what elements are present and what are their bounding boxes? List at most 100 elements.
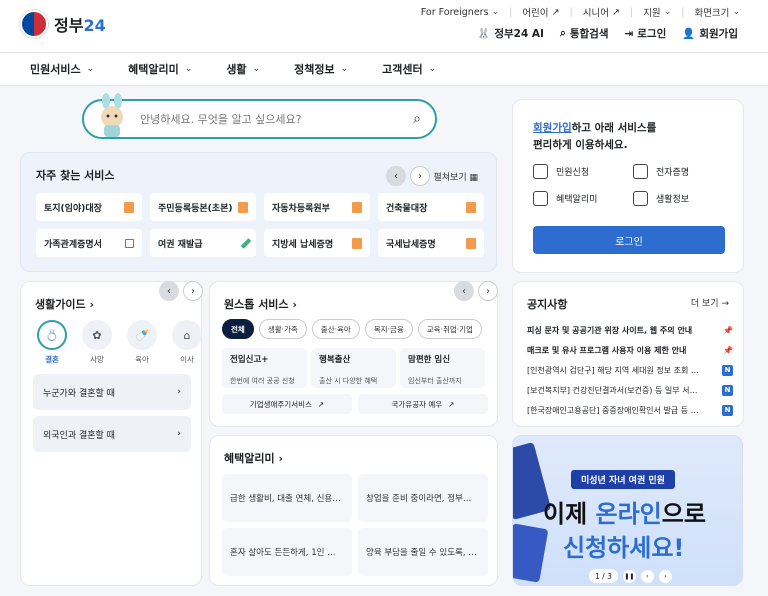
quick-e-cert[interactable]: 전자증명 (633, 164, 733, 179)
onestop-title[interactable]: 원스톱 서비스 › (224, 296, 297, 312)
next-arrow-icon[interactable]: › (183, 281, 203, 301)
external-link-icon: ↗ (551, 6, 560, 18)
chevron-down-icon: ⌄ (252, 64, 261, 74)
life-item-childcare[interactable]: 🍼 육아 (125, 320, 159, 365)
search-placeholder: 안녕하세요. 무엇을 알고 싶으세요? (140, 113, 302, 126)
service-tile[interactable]: 가족관계증명서 (36, 229, 142, 257)
banner-headline-2: 신청하세요! (563, 534, 685, 562)
document-icon (466, 201, 476, 213)
life-guide-row[interactable]: 누군가와 결혼할 때 › (33, 374, 191, 410)
notice-item[interactable]: [보건복지부] 건강진단결과서(보건증) 등 일부 서… N (527, 380, 733, 400)
util-support[interactable]: 지원 ⌄ (643, 5, 671, 19)
expand-toggle[interactable]: 펼쳐보기 ▦ (433, 170, 478, 183)
service-tile[interactable]: 여권 재발급 (150, 229, 256, 257)
onestop-box[interactable]: 맘편한 임신 임신부터 출산까지 (400, 348, 485, 388)
prev-arrow-icon[interactable]: ‹ (640, 569, 654, 583)
banner-pager: 1 / 3 (589, 569, 618, 583)
passport-illustration (513, 523, 549, 583)
grid-icon: ▦ (469, 173, 478, 183)
tab-life-family[interactable]: 생활·가족 (258, 319, 307, 339)
top-bar: 정부24 For Foreigners ⌄ | 어린이 ↗ | 시니어 ↗ | … (0, 0, 768, 52)
document-icon (466, 237, 476, 249)
nav-benefit[interactable]: 혜택알리미 ⌄ (128, 61, 192, 77)
chevron-down-icon: ⌄ (491, 7, 500, 17)
document-icon (352, 237, 362, 249)
benefit-item[interactable]: 창업을 준비 중이라면, 정부… (358, 474, 488, 522)
notice-item[interactable]: [인천광역시 검단구] 해당 지역 세대원 정보 조회 … N (527, 360, 733, 380)
service-tile[interactable]: 국세납세증명 (378, 229, 484, 257)
service-tile[interactable]: 지방세 납세증명 (264, 229, 370, 257)
prev-arrow-icon[interactable]: ‹ (386, 166, 406, 186)
life-guide-title[interactable]: 생활가이드 › (35, 296, 94, 312)
more-link[interactable]: 더 보기 → (691, 296, 729, 309)
benefit-title[interactable]: 혜택알리미 › (224, 450, 283, 466)
next-arrow-icon[interactable]: › (478, 281, 498, 301)
life-item-death[interactable]: ✿ 사망 (80, 320, 114, 365)
util-font-size[interactable]: 화면크기 ⌄ (694, 5, 740, 19)
next-arrow-icon[interactable]: › (410, 166, 430, 186)
external-link-icon (125, 238, 134, 248)
notice-item[interactable]: 피싱 문자 및 공공기관 위장 사이트, 웹 주의 안내 📌 (527, 320, 733, 340)
chevron-down-icon: ⌄ (732, 7, 740, 17)
gift-icon (533, 191, 548, 206)
notice-title: 공지사항 (527, 298, 568, 311)
search-icon[interactable]: ⌕ (413, 111, 421, 127)
signup-link[interactable]: 👤 회원가입 (682, 26, 738, 41)
benefit-item[interactable]: 급한 생활비, 대출 연체, 신용… (222, 474, 352, 522)
quick-life-info[interactable]: 생활정보 (633, 191, 733, 206)
life-guide-row[interactable]: 외국인과 결혼할 때 › (33, 416, 191, 452)
nav-life[interactable]: 생활 ⌄ (226, 61, 260, 77)
login-link[interactable]: ⇥ 로그인 (624, 26, 666, 41)
next-arrow-icon[interactable]: › (658, 569, 672, 583)
quick-benefit[interactable]: 혜택알리미 (533, 191, 633, 206)
life-item-marriage[interactable]: 💍 결혼 (35, 320, 69, 365)
quick-civil-apply[interactable]: 민원신청 (533, 164, 633, 179)
util-senior[interactable]: 시니어 ↗ (583, 5, 620, 20)
onestop-link[interactable]: 기업생애주기서비스 ↗ (222, 394, 352, 414)
signup-link[interactable]: 회원가입 (533, 122, 572, 134)
notice-item[interactable]: 매크로 및 유사 프로그램 사용자 이용 제한 안내 📌 (527, 340, 733, 360)
main-search[interactable]: 안녕하세요. 무엇을 알고 싶으세요? ⌕ (82, 93, 437, 139)
promo-banner[interactable]: 미성년 자녀 여권 민원 이제 온라인으로 신청하세요! 1 / 3 ❚❚ ‹ … (512, 435, 743, 586)
external-link-icon: ↗ (317, 399, 325, 409)
search-button[interactable]: ⌕ 통합검색 (560, 26, 609, 41)
site-logo[interactable]: 정부24 (20, 10, 106, 38)
chevron-down-icon: ⌄ (86, 64, 95, 74)
nav-policy[interactable]: 정책정보 ⌄ (294, 61, 348, 77)
service-tile[interactable]: 주민등록등본(초본) (150, 193, 256, 221)
taegeuk-logo-icon (20, 10, 48, 38)
util-foreigners[interactable]: For Foreigners ⌄ (421, 5, 499, 19)
external-link-icon: ↗ (448, 399, 455, 409)
rabbit-mascot-icon (101, 93, 123, 137)
onestop-box[interactable]: 행복출산 출산 시 다양한 혜택 (311, 348, 396, 388)
util-children[interactable]: 어린이 ↗ (522, 5, 560, 20)
prev-arrow-icon[interactable]: ‹ (454, 281, 474, 301)
frequent-services: 자주 찾는 서비스 ‹ › 펼쳐보기 ▦ 토지(임야)대장 주민등록등본(초본)… (20, 152, 497, 272)
chevron-down-icon: ⌄ (340, 64, 349, 74)
nav-civil-service[interactable]: 민원서비스 ⌄ (30, 61, 94, 77)
nav-customer[interactable]: 고객센터 ⌄ (382, 61, 436, 77)
tab-welfare-finance[interactable]: 복지·금융 (364, 319, 413, 339)
tab-edu-job-biz[interactable]: 교육·취업·기업 (417, 319, 482, 339)
onestop-link[interactable]: 국가유공자 예우 ↗ (358, 394, 488, 414)
pin-icon: 📌 (723, 325, 733, 335)
pause-icon[interactable]: ❚❚ (622, 569, 636, 583)
tab-all[interactable]: 전체 (222, 319, 254, 339)
life-item-moving[interactable]: ⌂ 이사 (170, 320, 204, 365)
main-nav: 민원서비스 ⌄ 혜택알리미 ⌄ 생활 ⌄ 정책정보 ⌄ 고객센터 ⌄ (0, 52, 768, 86)
login-button[interactable]: 로그인 (533, 226, 725, 254)
tab-birth-childcare[interactable]: 출산·육아 (311, 319, 360, 339)
onestop-services: 원스톱 서비스 › ‹ › 전체 생활·가족 출산·육아 복지·금융 교육·취업… (209, 281, 498, 427)
document-icon (352, 201, 362, 213)
external-link-icon: ↗ (612, 6, 620, 18)
service-tile[interactable]: 토지(임야)대장 (36, 193, 142, 221)
benefit-item[interactable]: 혼자 살아도 든든하게, 1인 … (222, 528, 352, 576)
service-tile[interactable]: 자동차등록원부 (264, 193, 370, 221)
notice-item[interactable]: [한국장애인고용공단] 중증장애인확인서 발급 등 … N (527, 400, 733, 420)
document-icon (124, 201, 134, 213)
prev-arrow-icon[interactable]: ‹ (159, 281, 179, 301)
ai-button[interactable]: 🐰 정부24 AI (477, 26, 544, 41)
service-tile[interactable]: 건축물대장 (378, 193, 484, 221)
onestop-box[interactable]: 전입신고+ 한번에 여러 공공 신청 (222, 348, 307, 388)
benefit-item[interactable]: 양육 부담을 줄일 수 있도록, … (358, 528, 488, 576)
